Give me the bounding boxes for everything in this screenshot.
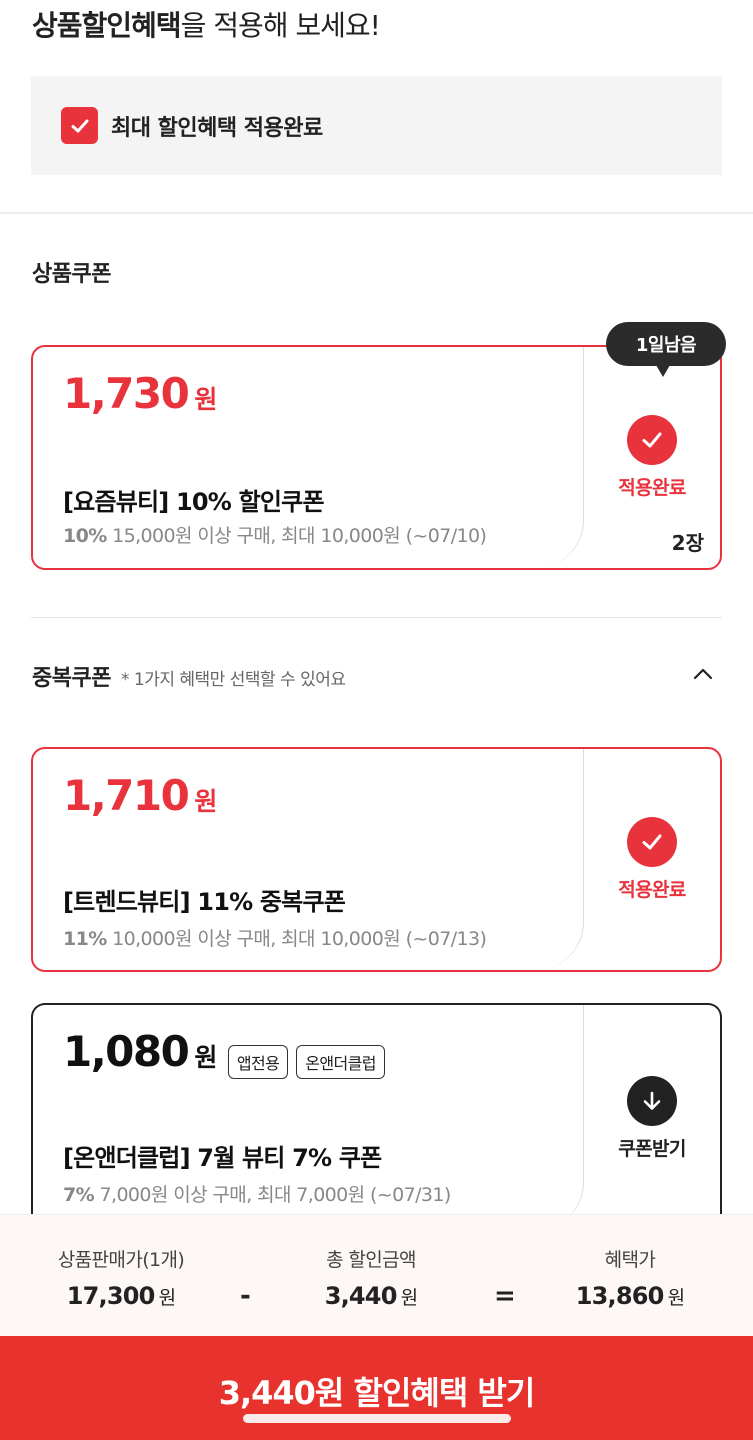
coupon-info: 1,080 원 앱전용 온앤더클럽 [온앤더클럽] 7월 뷰티 7% 쿠폰 7% 7,…	[33, 1005, 584, 1214]
summary-price-amount: 17,300	[66, 1282, 156, 1310]
coupon-status: 적용완료	[618, 477, 686, 499]
coupon-percent: 10%	[63, 525, 107, 547]
coupon-condition-text: 15,000원 이상 구매, 최대 10,000원 (~07/10)	[112, 525, 487, 547]
page-title-rest: 을 적용해 보세요!	[180, 9, 381, 42]
price-summary: 상품판매가(1개) 17,300 원 - 총 할인금액 3,440 원 = 혜택가 …	[0, 1214, 753, 1336]
page-title-bold: 상품할인혜택	[32, 9, 182, 42]
section-divider-thin	[31, 617, 722, 618]
minus-sign: -	[240, 1281, 251, 1311]
coupon-info: 1,710 원 [트렌드뷰티] 11% 중복쿠폰 11% 10,000원 이상 구…	[33, 749, 584, 970]
coupon-name: [요즘뷰티] 10% 할인쿠폰	[63, 488, 325, 516]
coupon-percent: 11%	[63, 928, 107, 950]
get-discount-button[interactable]: 3,440원 할인혜택 받기	[0, 1336, 753, 1440]
coupon-amount-unit: 원	[194, 787, 217, 816]
summary-price-label: 상품판매가(1개)	[57, 1249, 185, 1271]
coupon-amount-unit: 원	[194, 1043, 217, 1072]
coupon-amount-value: 1,730	[63, 369, 190, 418]
coupon-download-label: 쿠폰받기	[618, 1138, 686, 1160]
coupon-condition: 10% 15,000원 이상 구매, 최대 10,000원 (~07/10)	[63, 521, 487, 548]
stack-coupon-note: * 1가지 혜택만 선택할 수 있어요	[120, 670, 346, 690]
summary-price-unit: 원	[158, 1287, 176, 1309]
coupon-apply-area[interactable]: 적용완료	[584, 749, 720, 970]
page-title: 상품할인혜택을 적용해 보세요!	[32, 4, 381, 44]
section-divider	[0, 212, 753, 214]
summary-price-value: 17,300 원	[36, 1282, 206, 1310]
coupon-amount: 1,080 원 앱전용 온앤더클럽	[63, 1027, 385, 1079]
coupon-condition: 11% 10,000원 이상 구매, 최대 10,000원 (~07/13)	[63, 924, 487, 951]
coupon-amount-unit: 원	[194, 385, 217, 414]
download-arrow-icon	[627, 1076, 677, 1126]
equals-sign: =	[494, 1281, 516, 1311]
coupon-card-product-1[interactable]: 1,730 원 [요즘뷰티] 10% 할인쿠폰 10% 15,000원 이상 구매…	[31, 345, 722, 570]
coupon-amount-value: 1,710	[63, 771, 190, 820]
coupon-percent: 7%	[63, 1184, 95, 1206]
coupon-card-stack-2[interactable]: 1,080 원 앱전용 온앤더클럽 [온앤더클럽] 7월 뷰티 7% 쿠폰 7% 7,…	[31, 1003, 722, 1214]
stack-coupon-header: 중복쿠폰 * 1가지 혜택만 선택할 수 있어요	[32, 660, 346, 692]
tag-club: 온앤더클럽	[296, 1044, 385, 1079]
applied-check-icon	[627, 817, 677, 867]
stack-coupon-title: 중복쿠폰	[32, 666, 111, 691]
applied-check-icon	[627, 415, 677, 465]
summary-final-amount: 13,860	[575, 1282, 665, 1310]
max-discount-label: 최대 할인혜택 적용완료	[111, 115, 323, 141]
coupon-info: 1,730 원 [요즘뷰티] 10% 할인쿠폰 10% 15,000원 이상 구매…	[33, 347, 584, 568]
coupon-condition: 7% 7,000원 이상 구매, 최대 7,000원 (~07/31)	[63, 1180, 451, 1207]
check-icon	[71, 119, 88, 132]
coupon-quantity: 2장	[671, 531, 704, 555]
summary-final-label: 혜택가	[604, 1249, 656, 1271]
product-coupon-title: 상품쿠폰	[32, 262, 111, 287]
coupon-condition-text: 10,000원 이상 구매, 최대 10,000원 (~07/13)	[112, 928, 487, 950]
summary-discount-value: 3,440 원	[291, 1282, 451, 1310]
days-left-badge-tail	[656, 365, 670, 377]
tag-app-only: 앱전용	[227, 1044, 289, 1079]
get-discount-button-label: 3,440원 할인혜택 받기	[218, 1374, 536, 1412]
coupon-name: [트렌드뷰티] 11% 중복쿠폰	[63, 888, 346, 916]
coupon-status: 적용완료	[618, 879, 686, 901]
coupon-card-stack-1[interactable]: 1,710 원 [트렌드뷰티] 11% 중복쿠폰 11% 10,000원 이상 구…	[31, 747, 722, 972]
summary-discount-unit: 원	[400, 1287, 418, 1309]
home-indicator[interactable]	[243, 1414, 511, 1423]
coupon-amount: 1,710 원	[63, 771, 217, 820]
days-left-badge: 1일남음	[606, 322, 726, 366]
coupon-amount: 1,730 원	[63, 369, 217, 418]
coupon-download-area[interactable]: 쿠폰받기	[584, 1005, 720, 1214]
chevron-up-icon[interactable]	[691, 662, 715, 686]
summary-discount-amount: 3,440	[324, 1282, 398, 1310]
summary-final-value: 13,860 원	[560, 1282, 700, 1310]
max-discount-checkbox[interactable]	[61, 107, 98, 144]
summary-discount: 총 할인금액 3,440 원	[291, 1245, 451, 1310]
coupon-condition-text: 7,000원 이상 구매, 최대 7,000원 (~07/31)	[99, 1184, 452, 1206]
coupon-name: [온앤더클럽] 7월 뷰티 7% 쿠폰	[63, 1144, 382, 1172]
summary-discount-label: 총 할인금액	[326, 1249, 416, 1271]
coupon-amount-value: 1,080	[63, 1027, 190, 1076]
summary-final-unit: 원	[667, 1287, 685, 1309]
max-discount-box[interactable]: 최대 할인혜택 적용완료	[31, 76, 722, 175]
summary-final: 혜택가 13,860 원	[560, 1245, 700, 1310]
summary-price: 상품판매가(1개) 17,300 원	[36, 1245, 206, 1310]
